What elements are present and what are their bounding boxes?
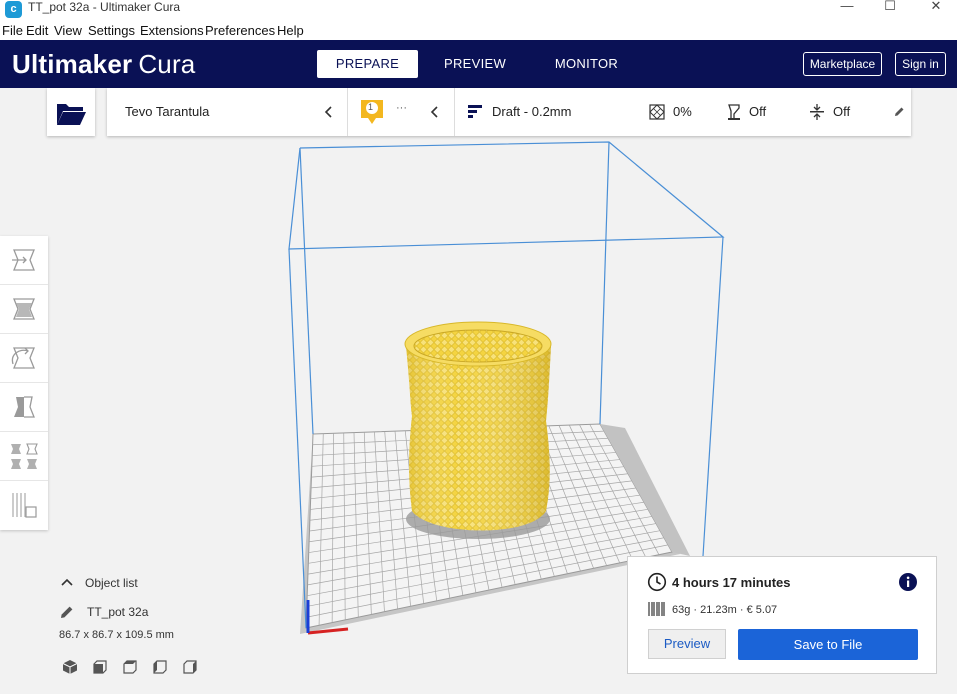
object-list-header: Object list [85,576,138,590]
view-top-icon[interactable] [121,658,139,676]
rotate-tool-button[interactable] [0,334,48,383]
clock-icon [647,572,667,592]
sign-in-button[interactable]: Sign in [895,52,946,76]
object-name: TT_pot 32a [87,605,149,619]
support-blocker-icon [12,493,37,518]
rotate-icon [11,347,35,369]
infill-value: 0% [673,104,692,119]
folder-icon [57,104,86,125]
support-value: Off [749,104,767,119]
adhesion-icon [810,104,824,120]
move-tool-button[interactable] [0,236,48,285]
object-list-panel: Object list TT_pot 32a 86.7 x 86.7 x 109… [58,574,258,684]
menu-edit[interactable]: Edit [26,23,48,38]
menu-file[interactable]: File [2,23,23,38]
infill-icon [649,104,665,120]
adhesion-value: Off [833,104,851,119]
close-button[interactable]: ✕ [921,0,951,14]
per-model-settings-button[interactable] [0,432,48,481]
extruder-number: 1 [368,102,374,112]
object-list-toggle[interactable]: Object list [58,574,198,592]
support-blocker-button[interactable] [0,481,48,530]
model-tt-pot[interactable] [404,321,552,539]
view-front-icon[interactable] [91,658,109,676]
menu-view[interactable]: View [54,23,82,38]
tab-preview[interactable]: PREVIEW [430,50,520,78]
print-time: 4 hours 17 minutes [672,575,791,590]
scale-icon [13,298,35,320]
mirror-tool-button[interactable] [0,383,48,432]
logo-product: Cura [138,49,196,79]
tab-prepare[interactable]: PREPARE [317,50,418,78]
chevron-left-icon [324,106,332,118]
per-model-settings-icon [11,443,38,469]
mirror-icon [14,396,35,418]
chevron-up-icon [61,578,73,586]
print-settings-selector[interactable]: Draft - 0.2mm 0% Off Off [455,88,911,136]
menu-bar: File Edit View Settings Extensions Prefe… [0,20,957,40]
menu-extensions[interactable]: Extensions [140,23,204,38]
object-dimensions: 86.7 x 86.7 x 109.5 mm [59,629,174,641]
print-setup-bar: Tevo Tarantula 1 ··· Draft - 0.2mm 0% Of… [107,88,911,136]
view-right-icon[interactable] [181,658,199,676]
menu-preferences[interactable]: Preferences [205,23,275,38]
preview-button[interactable]: Preview [648,629,726,659]
minimize-button[interactable]: — [832,0,862,14]
view-orientation-controls [61,658,211,678]
printer-selector[interactable]: Tevo Tarantula [107,88,347,136]
printer-name: Tevo Tarantula [125,104,210,119]
marketplace-button[interactable]: Marketplace [803,52,882,76]
pencil-icon [61,606,73,618]
extruder-selector[interactable]: 1 ··· [348,88,454,136]
cura-app-icon: c [5,1,22,18]
tool-panel [0,236,48,530]
view-3d-icon[interactable] [61,658,79,676]
open-file-button[interactable] [47,88,95,136]
support-icon [728,104,740,120]
tab-monitor[interactable]: MONITOR [540,50,633,78]
app-logo: Ultimaker Cura [12,49,195,80]
spool-icon [648,602,665,616]
info-icon[interactable] [898,572,918,592]
extruder-more: ··· [396,102,407,114]
material-estimate: 63g · 21.23m · € 5.07 [672,604,778,616]
title-bar: c TT_pot 32a - Ultimaker Cura — ☐ ✕ [0,0,957,20]
view-left-icon[interactable] [151,658,169,676]
menu-help[interactable]: Help [277,23,304,38]
logo-brand: Ultimaker [12,49,133,79]
chevron-left-icon [430,106,438,118]
move-icon [12,249,35,271]
maximize-button[interactable]: ☐ [875,0,905,14]
profile-icon [468,105,482,118]
scale-tool-button[interactable] [0,285,48,334]
menu-settings[interactable]: Settings [88,23,135,38]
save-to-file-button[interactable]: Save to File [738,629,918,660]
profile-name: Draft - 0.2mm [492,104,572,119]
print-output-panel: 4 hours 17 minutes 63g · 21.23m · € 5.07… [627,556,937,674]
app-header: Ultimaker Cura PREPARE PREVIEW MONITOR Ma… [0,40,957,88]
pencil-icon [895,107,904,116]
object-list-item[interactable]: TT_pot 32a [58,603,208,621]
window-title: TT_pot 32a - Ultimaker Cura [28,0,181,14]
